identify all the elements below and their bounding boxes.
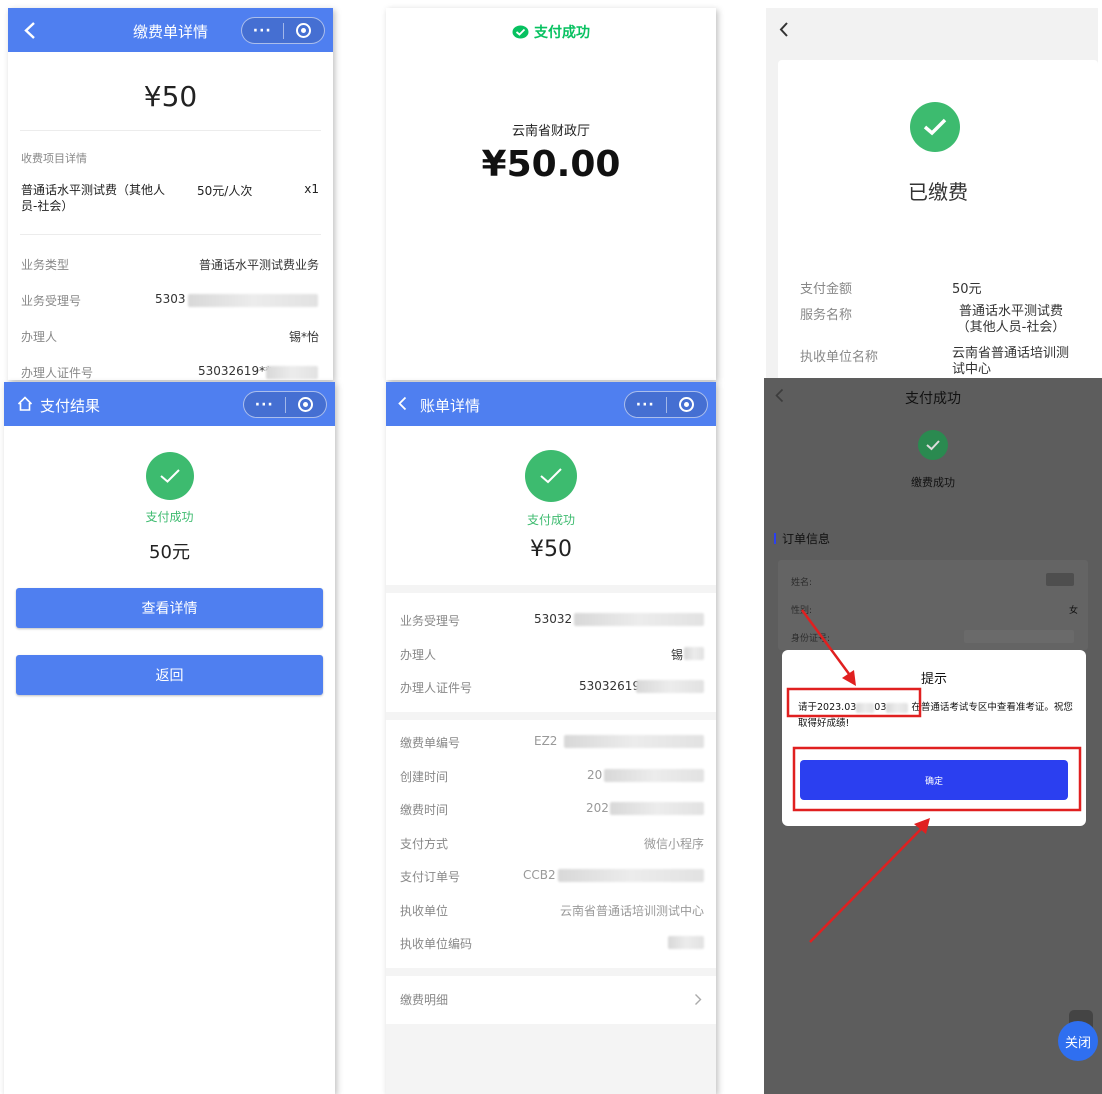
pay-status: 支付成功: [386, 22, 716, 42]
more-dots-icon[interactable]: ···: [242, 23, 283, 39]
fee-item-qty: x1: [304, 182, 319, 196]
more-dots-icon[interactable]: ···: [244, 397, 285, 413]
chevron-left-icon[interactable]: [779, 21, 789, 38]
redacted-value: [564, 735, 704, 748]
panel-bill-detail: 缴费单详情 ··· ¥50 收费项目详情 普通话水平测试费（其他人员-社会） 5…: [8, 8, 333, 380]
amount: 50元: [149, 542, 190, 563]
mini-program-capsule: ···: [624, 391, 708, 418]
pay-status: 支付成功: [145, 510, 194, 524]
redacted-value: [636, 680, 704, 693]
target-icon[interactable]: [667, 397, 708, 412]
checkmark-icon: [910, 102, 960, 152]
checkmark-icon: [146, 452, 194, 500]
nav-bar: 缴费单详情 ···: [8, 8, 333, 52]
redacted-value: [610, 802, 704, 815]
panel-pay-result: 支付结果 ··· 支付成功 50元 查看详情 返回: [4, 382, 335, 1094]
redacted-value: [188, 294, 318, 307]
home-icon[interactable]: [17, 396, 33, 411]
panel-pay-success-dialog: 支付成功 缴费成功 订单信息 姓名: 性别: 女 身份证号: 提示 请于2023…: [764, 378, 1102, 1094]
wechat-pay-icon: [512, 25, 529, 38]
view-detail-button[interactable]: 查看详情: [16, 588, 323, 628]
close-button[interactable]: 关闭: [1058, 1021, 1098, 1061]
panel-wechat-pay-success: 支付成功 云南省财政厅 ¥50.00: [386, 8, 716, 380]
paid-status: 已缴费: [908, 180, 968, 204]
fee-item-price: 50元/人次: [197, 184, 253, 198]
mini-program-capsule: ···: [241, 17, 325, 44]
page-title: 支付结果: [40, 397, 101, 415]
fee-item-name: 普通话水平测试费（其他人员-社会）: [21, 183, 166, 213]
nav-bar: 账单详情 ···: [386, 382, 716, 426]
nav-bar: 支付结果 ···: [4, 382, 335, 426]
red-annotation-overlay: [786, 609, 1082, 943]
paid-card: 已缴费 支付金额 50元 服务名称 普通话水平测试费（其他人员-社会） 执收单位…: [778, 60, 1098, 380]
redacted-value: [684, 647, 704, 660]
pay-status: 支付成功: [526, 513, 575, 527]
chevron-right-icon: [695, 994, 702, 1005]
target-icon[interactable]: [284, 23, 325, 38]
panel-bill-statement: 账单详情 ··· 支付成功 ¥50 业务受理号 53032 办理人 锡 办理人证…: [386, 382, 716, 1094]
checkmark-icon: [525, 450, 577, 502]
redacted-value: [574, 613, 704, 626]
chevron-left-icon[interactable]: [398, 396, 407, 411]
more-dots-icon[interactable]: ···: [625, 397, 666, 413]
section-title: 收费项目详情: [21, 152, 87, 165]
amount: ¥50: [143, 80, 198, 113]
amount: ¥50.00: [481, 144, 621, 185]
redacted-value: [558, 869, 704, 882]
footer-area: [386, 1024, 716, 1094]
page-title: 账单详情: [420, 397, 481, 415]
mini-program-capsule: ···: [243, 391, 327, 418]
panel-paid: 已缴费 支付金额 50元 服务名称 普通话水平测试费（其他人员-社会） 执收单位…: [766, 8, 1098, 380]
payee-name: 云南省财政厅: [511, 124, 590, 139]
fee-detail-link[interactable]: 缴费明细: [386, 976, 716, 1022]
back-button[interactable]: 返回: [16, 655, 323, 695]
redacted-value: [604, 769, 704, 782]
target-icon[interactable]: [286, 397, 327, 412]
redacted-value: [266, 366, 318, 379]
redacted-value: [668, 936, 704, 949]
amount: ¥50: [530, 537, 572, 562]
